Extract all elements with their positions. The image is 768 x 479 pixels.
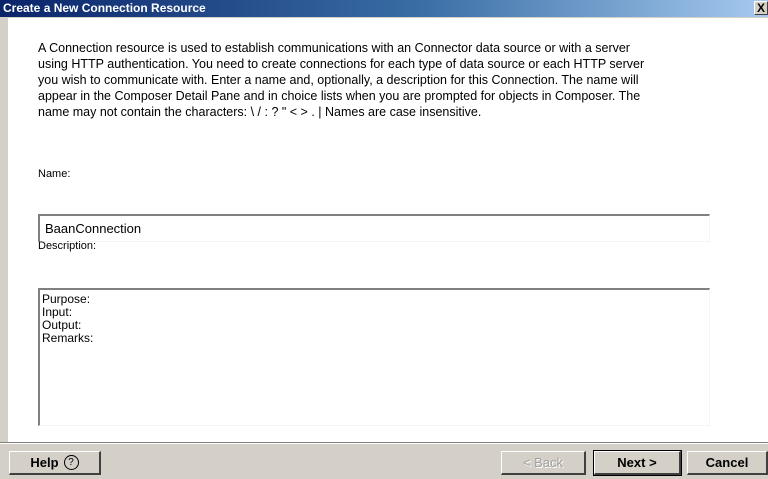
title-bar: Create a New Connection Resource X: [0, 0, 768, 17]
intro-line: using HTTP authentication. You need to c…: [38, 57, 645, 71]
close-button[interactable]: X: [754, 1, 768, 15]
name-label: Name:: [38, 168, 71, 180]
description-label: Description:: [38, 240, 97, 252]
description-line: Remarks:: [42, 331, 94, 345]
description-line: Purpose:: [42, 292, 91, 306]
intro-line: A Connection resource is used to establi…: [38, 41, 630, 55]
back-label: < Back: [522, 455, 564, 470]
next-label: Next >: [617, 455, 657, 470]
help-button[interactable]: Help ?: [9, 451, 101, 475]
intro-line: name may not contain the characters: \ /…: [38, 105, 482, 119]
back-button[interactable]: < Back: [501, 451, 586, 475]
help-label: Help: [30, 455, 59, 470]
help-icon: ?: [63, 455, 79, 470]
description-line: Input:: [42, 305, 73, 319]
button-separator: [0, 442, 768, 444]
description-textarea[interactable]: Purpose: Input: Output: Remarks:: [38, 288, 710, 426]
name-input[interactable]: [38, 214, 710, 242]
dialog-content: A Connection resource is used to establi…: [8, 18, 768, 442]
description-line: Output:: [42, 318, 82, 332]
intro-text: A Connection resource is used to establi…: [38, 40, 768, 120]
cancel-label: Cancel: [705, 455, 749, 470]
window-title: Create a New Connection Resource: [3, 1, 206, 15]
next-button[interactable]: Next >: [593, 450, 682, 476]
close-icon: X: [756, 1, 765, 15]
cancel-button[interactable]: Cancel: [687, 451, 768, 475]
intro-line: you wish to communicate with. Enter a na…: [38, 73, 639, 87]
intro-line: appear in the Composer Detail Pane and i…: [38, 89, 641, 103]
